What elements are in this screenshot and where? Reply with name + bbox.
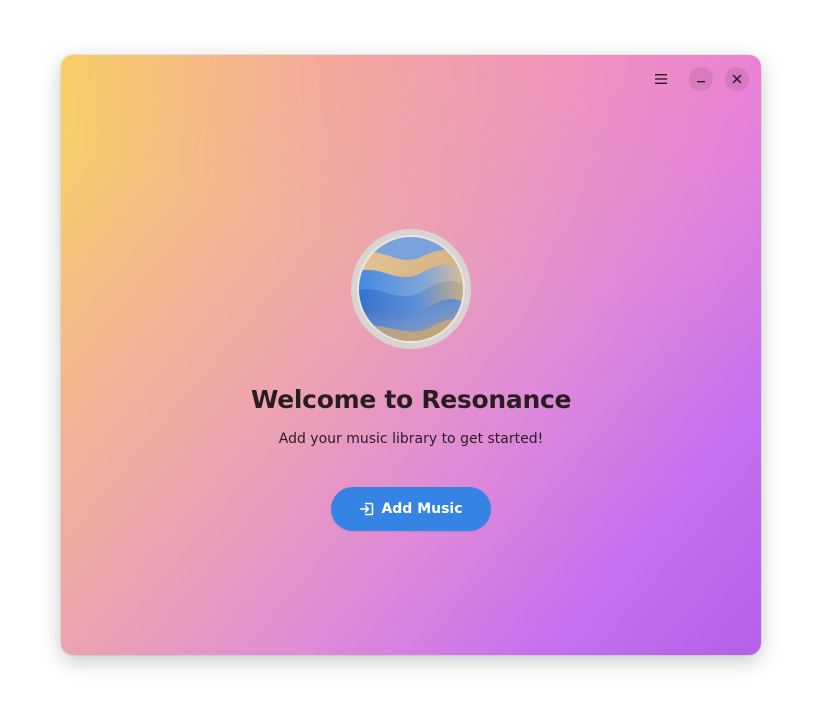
minimize-button[interactable]: [689, 67, 713, 91]
hamburger-menu-icon: [655, 74, 667, 84]
add-music-label: Add Music: [381, 501, 463, 517]
minimize-icon: [697, 81, 705, 83]
app-window: Welcome to Resonance Add your music libr…: [61, 55, 761, 655]
import-icon: [359, 501, 375, 517]
close-button[interactable]: [725, 67, 749, 91]
add-music-button[interactable]: Add Music: [331, 487, 491, 531]
welcome-subtitle: Add your music library to get started!: [278, 431, 544, 447]
welcome-title: Welcome to Resonance: [250, 385, 572, 414]
window-controls: [649, 67, 749, 91]
resonance-app-logo: [351, 229, 471, 349]
close-icon: [732, 74, 742, 84]
welcome-page: Welcome to Resonance Add your music libr…: [61, 55, 761, 655]
main-menu-button[interactable]: [649, 67, 673, 91]
